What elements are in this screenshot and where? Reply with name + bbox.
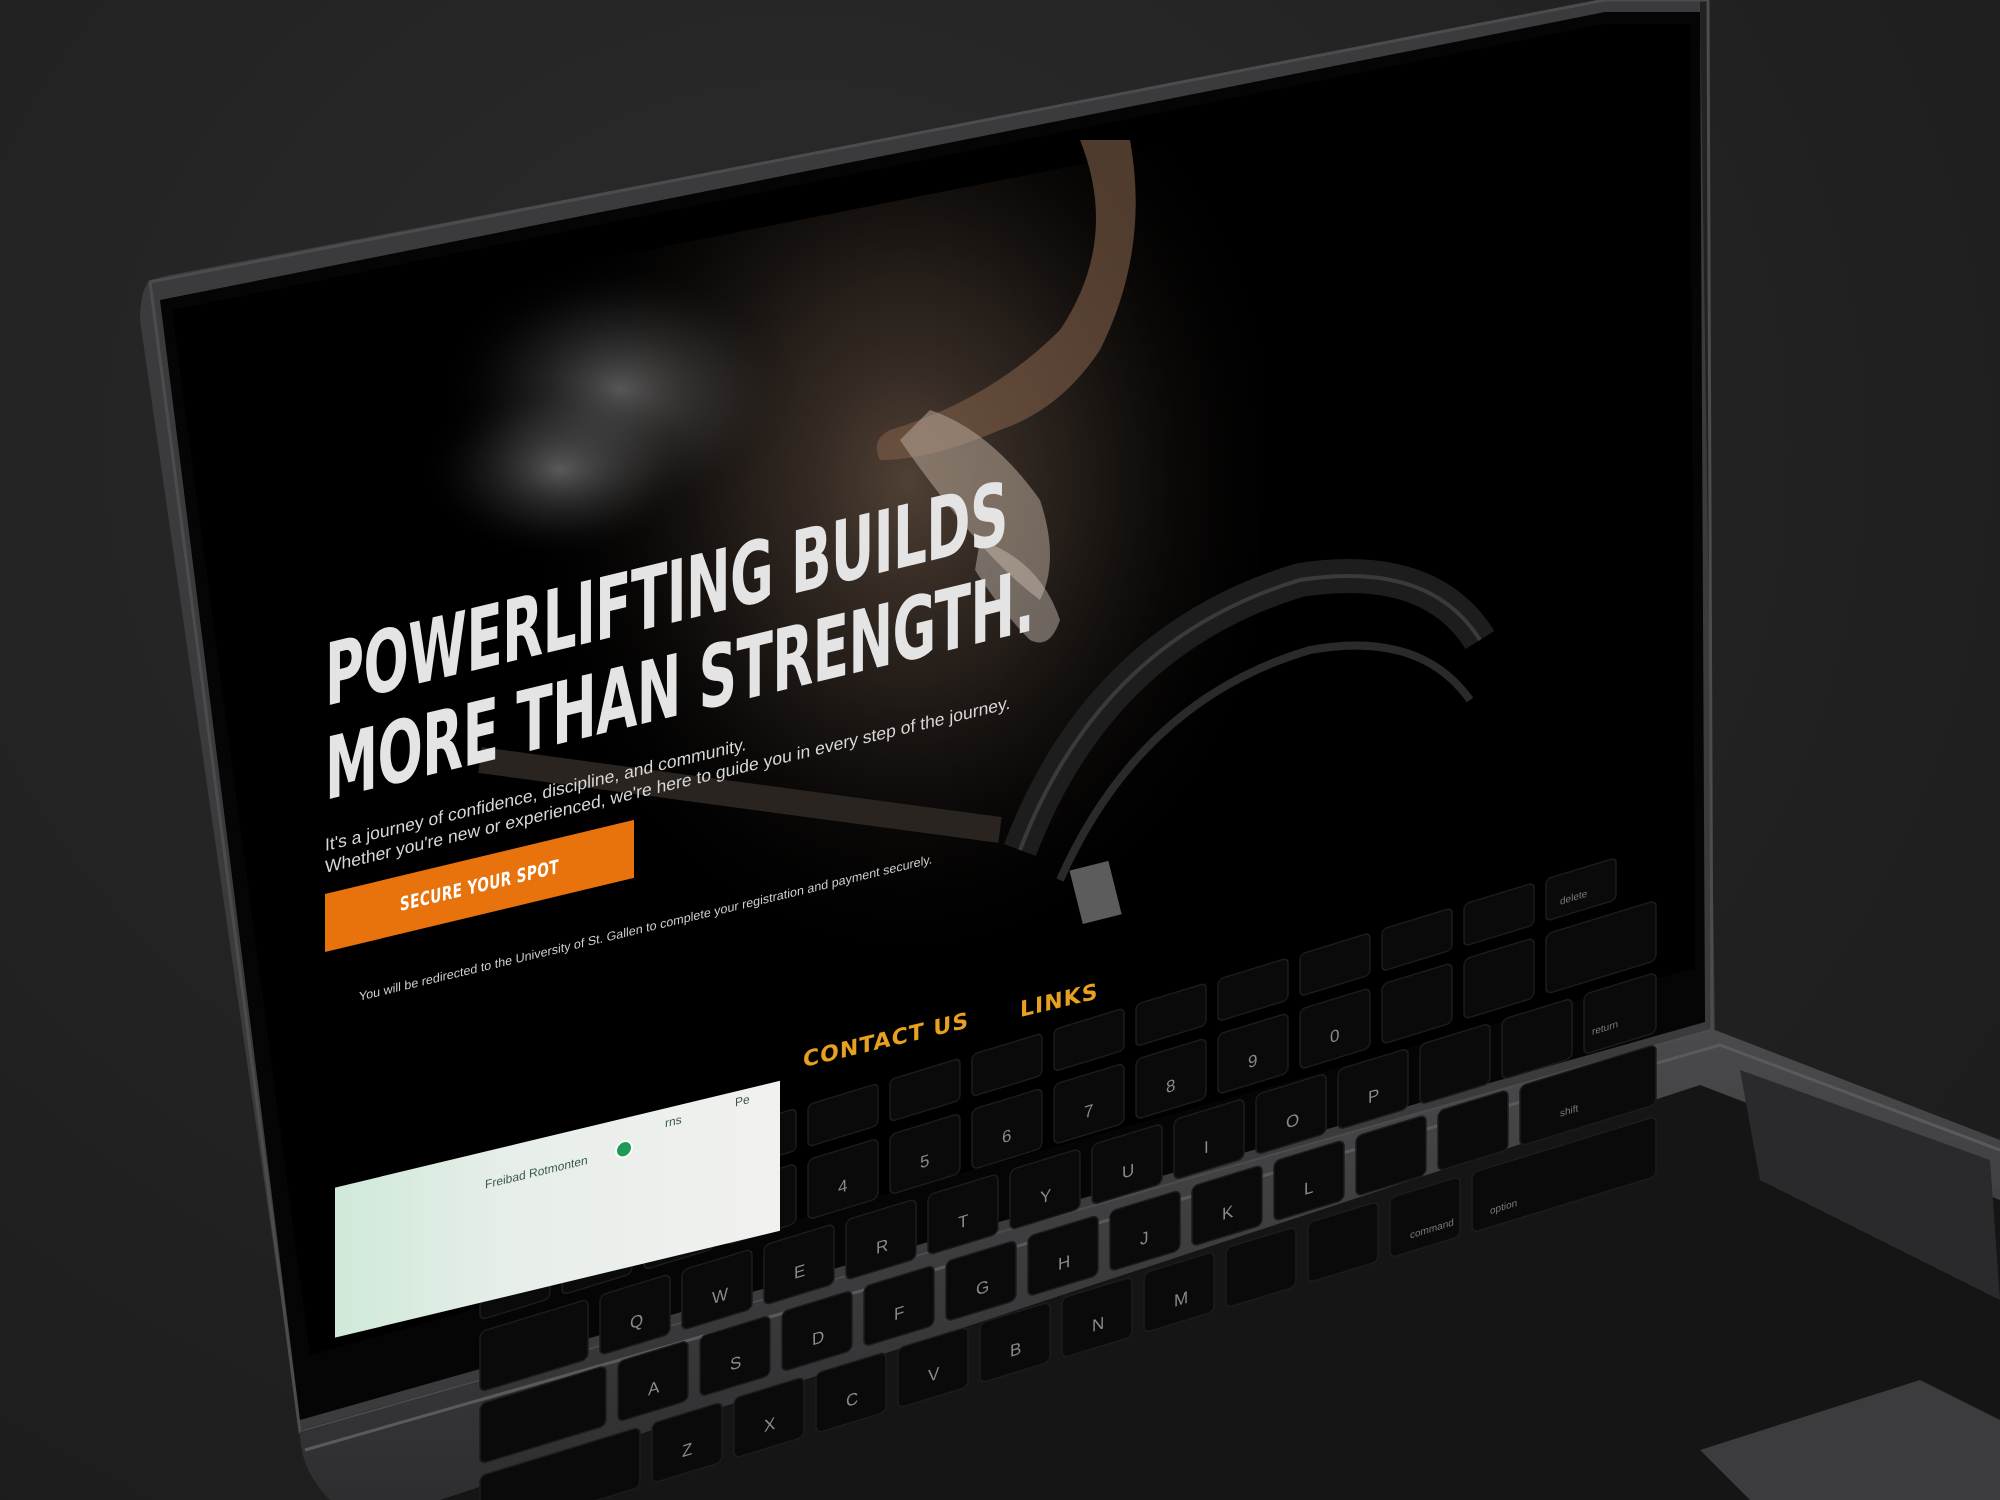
map-label-freibad: Freibad Rotmonten bbox=[485, 1152, 588, 1192]
key-y: Y bbox=[1040, 1185, 1052, 1208]
map-label-street: rns bbox=[665, 1112, 682, 1131]
key-q: Q bbox=[630, 1309, 643, 1333]
key-j: J bbox=[1140, 1227, 1148, 1249]
key-0: 0 bbox=[1330, 1025, 1339, 1047]
key-k: K bbox=[1222, 1201, 1234, 1224]
key-i: I bbox=[1204, 1137, 1209, 1158]
key-l: L bbox=[1304, 1176, 1314, 1199]
key-h: H bbox=[1058, 1251, 1070, 1274]
key-4: 4 bbox=[838, 1175, 848, 1198]
key-t: T bbox=[958, 1210, 969, 1233]
key-e: E bbox=[794, 1260, 805, 1283]
key-b: B bbox=[1010, 1338, 1021, 1361]
key-v: V bbox=[928, 1363, 940, 1386]
key-u: U bbox=[1122, 1159, 1134, 1182]
key-8: 8 bbox=[1166, 1075, 1175, 1097]
key-9: 9 bbox=[1248, 1050, 1257, 1072]
key-5: 5 bbox=[920, 1150, 929, 1172]
key-f: F bbox=[894, 1302, 904, 1325]
key-o: O bbox=[1286, 1109, 1299, 1133]
map-pin-icon bbox=[615, 1138, 633, 1161]
key-g: G bbox=[976, 1276, 989, 1300]
key-n: N bbox=[1092, 1313, 1104, 1336]
key-6: 6 bbox=[1002, 1125, 1011, 1147]
key-d: D bbox=[812, 1326, 824, 1349]
key-c: C bbox=[846, 1388, 858, 1411]
key-z: Z bbox=[682, 1438, 693, 1461]
key-a: A bbox=[648, 1376, 660, 1399]
key-r: R bbox=[876, 1235, 888, 1258]
key-s: S bbox=[730, 1351, 741, 1374]
key-x: X bbox=[764, 1413, 776, 1436]
key-7: 7 bbox=[1084, 1100, 1093, 1122]
key-p: P bbox=[1368, 1084, 1379, 1107]
map-label-street-2: Pe bbox=[735, 1092, 750, 1110]
